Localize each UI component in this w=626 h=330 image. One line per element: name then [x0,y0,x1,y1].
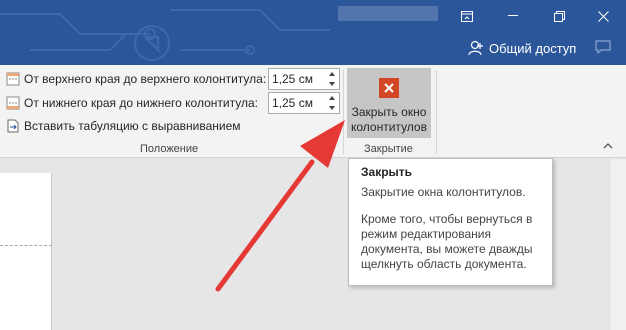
footer-from-bottom-icon [6,96,20,110]
footer-position-row: От нижнего края до нижнего колонтитула: [6,92,258,114]
insert-alignment-tab-label: Вставить табуляцию с выравниванием [24,119,241,133]
restore-button[interactable] [536,2,582,30]
document-page[interactable] [0,173,52,330]
header-boundary-line [0,245,52,246]
spinner-down-button[interactable] [325,79,339,89]
tooltip-summary: Закрытие окна колонтитулов. [361,185,526,199]
comment-icon[interactable] [595,40,611,54]
position-group-label: Положение [140,143,199,155]
chevron-down-icon [329,106,335,110]
minimize-icon [508,15,518,16]
header-position-label: От верхнего края до верхнего колонтитула… [24,72,267,86]
chevron-up-icon [329,96,335,100]
header-distance-value: 1,25 см [272,72,313,86]
header-distance-spinner[interactable]: 1,25 см [268,68,340,90]
group-separator [343,70,344,154]
close-tooltip: Закрыть Закрытие окна колонтитулов. Кром… [348,158,553,286]
collapse-ribbon-icon[interactable] [603,142,613,149]
title-bar: Общий доступ [0,0,626,65]
share-label: Общий доступ [489,40,577,56]
close-icon [597,10,609,22]
close-window-button[interactable] [580,2,626,30]
spinner-buttons [325,69,339,89]
user-icon [468,40,483,56]
header-from-top-icon [6,72,20,86]
footer-distance-spinner[interactable]: 1,25 см [268,92,340,114]
tooltip-body: Кроме того, чтобы вернуться в режим реда… [361,212,533,271]
close-header-footer-icon [379,78,399,98]
footer-distance-value: 1,25 см [272,96,313,110]
ribbon-display-button[interactable] [444,2,490,30]
restore-icon [553,10,565,22]
document-title-obscured [338,6,438,21]
chevron-down-icon [329,82,335,86]
minimize-button[interactable] [490,2,536,30]
close-header-footer-label: Закрыть окно колонтитулов [351,105,427,134]
group-separator [436,70,437,154]
close-group-label: Закрытие [364,143,413,155]
close-header-footer-button[interactable]: Закрыть окно колонтитулов [347,68,431,138]
ribbon-display-icon [461,10,473,22]
vertical-scrollbar[interactable] [609,159,626,330]
insert-alignment-tab-button[interactable]: Вставить табуляцию с выравниванием [6,115,241,137]
chevron-up-icon [329,72,335,76]
spinner-up-button[interactable] [325,93,339,103]
share-button[interactable]: Общий доступ [468,38,576,58]
footer-position-label: От нижнего края до нижнего колонтитула: [24,96,258,110]
tooltip-title: Закрыть [361,165,413,179]
alignment-tab-icon [7,119,19,133]
spinner-up-button[interactable] [325,69,339,79]
spinner-buttons [325,93,339,113]
header-position-row: От верхнего края до верхнего колонтитула… [6,68,266,90]
spinner-down-button[interactable] [325,103,339,113]
